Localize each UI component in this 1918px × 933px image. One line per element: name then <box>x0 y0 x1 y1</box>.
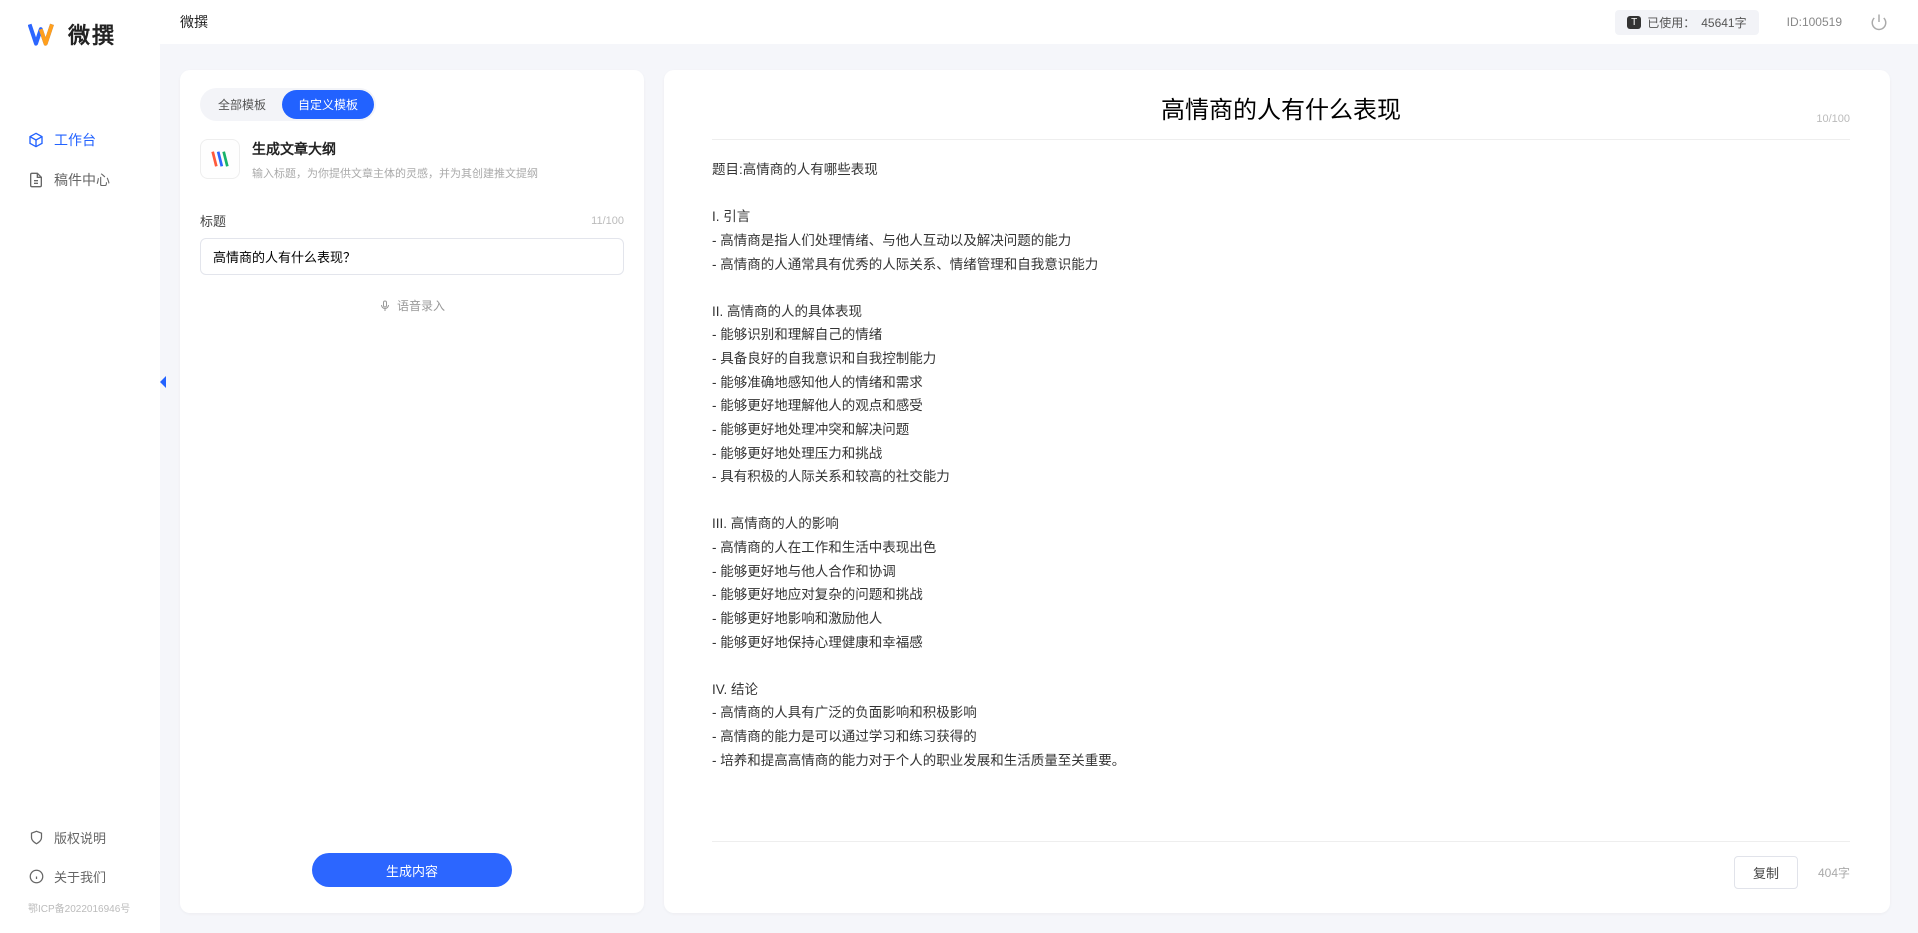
sidebar: 微撰 工作台 稿件中心 版权说明 关于我们 鄂ICP备202 <box>0 0 160 933</box>
title-input[interactable] <box>200 238 624 275</box>
cube-icon <box>28 132 44 148</box>
field-label-title: 标题 <box>200 211 226 230</box>
field-counter: 11/100 <box>591 215 624 227</box>
voice-input-link[interactable]: 语音录入 <box>200 297 624 314</box>
output-panel: 高情商的人有什么表现 10/100 题目:高情商的人有哪些表现 I. 引言 - … <box>664 70 1890 913</box>
generate-button[interactable]: 生成内容 <box>312 853 512 887</box>
topbar: 微撰 T 已使用： 45641字 ID:100519 <box>160 0 1918 44</box>
app-title: 微撰 <box>180 12 208 32</box>
user-id: ID:100519 <box>1787 15 1842 29</box>
output-footer: 复制 404字 <box>712 841 1850 889</box>
nav-drafts[interactable]: 稿件中心 <box>0 160 160 200</box>
content-row: 全部模板 自定义模板 生成文章大纲 输入标题，为你提供文章主体的灵感，并为其创建… <box>160 44 1918 933</box>
copy-button[interactable]: 复制 <box>1734 856 1798 889</box>
output-title: 高情商的人有什么表现 <box>712 90 1850 125</box>
nav-label: 版权说明 <box>54 828 106 847</box>
logo-icon <box>28 21 60 47</box>
nav-label: 稿件中心 <box>54 170 110 190</box>
nav-label: 工作台 <box>54 130 96 150</box>
template-title: 生成文章大纲 <box>252 139 538 159</box>
microphone-icon <box>379 300 391 312</box>
voice-label: 语音录入 <box>397 297 445 314</box>
icp-text: 鄂ICP备2022016946号 <box>0 896 160 923</box>
logo-text: 微撰 <box>68 18 116 50</box>
nav-copyright[interactable]: 版权说明 <box>0 818 160 857</box>
template-header: 生成文章大纲 输入标题，为你提供文章主体的灵感，并为其创建推文提纲 <box>200 139 624 181</box>
tab-all-templates[interactable]: 全部模板 <box>202 90 282 119</box>
output-title-counter: 10/100 <box>1816 113 1850 125</box>
main-area: 微撰 T 已使用： 45641字 ID:100519 全部模板 自定义模板 <box>160 0 1918 933</box>
usage-chip: T 已使用： 45641字 <box>1615 10 1759 35</box>
template-tabs: 全部模板 自定义模板 <box>200 88 376 121</box>
sidebar-collapse-handle[interactable] <box>156 370 170 394</box>
output-body: 题目:高情商的人有哪些表现 I. 引言 - 高情商是指人们处理情绪、与他人互动以… <box>712 158 1850 772</box>
shield-icon <box>28 830 44 846</box>
template-icon <box>200 139 240 179</box>
output-header: 高情商的人有什么表现 10/100 <box>712 90 1850 140</box>
nav-workbench[interactable]: 工作台 <box>0 120 160 160</box>
nav-label: 关于我们 <box>54 867 106 886</box>
usage-value: 45641字 <box>1701 14 1746 31</box>
template-desc: 输入标题，为你提供文章主体的灵感，并为其创建推文提纲 <box>252 165 538 181</box>
usage-label: 已使用： <box>1647 14 1695 31</box>
usage-badge-icon: T <box>1627 16 1641 29</box>
power-icon[interactable] <box>1870 13 1888 31</box>
main-nav: 工作台 稿件中心 <box>0 80 160 200</box>
sidebar-bottom: 版权说明 关于我们 鄂ICP备2022016946号 <box>0 818 160 933</box>
app-logo: 微撰 <box>0 18 160 80</box>
info-icon <box>28 869 44 885</box>
word-count: 404字 <box>1818 864 1850 881</box>
tab-custom-templates[interactable]: 自定义模板 <box>282 90 374 119</box>
input-panel: 全部模板 自定义模板 生成文章大纲 输入标题，为你提供文章主体的灵感，并为其创建… <box>180 70 644 913</box>
doc-icon <box>28 172 44 188</box>
nav-about[interactable]: 关于我们 <box>0 857 160 896</box>
